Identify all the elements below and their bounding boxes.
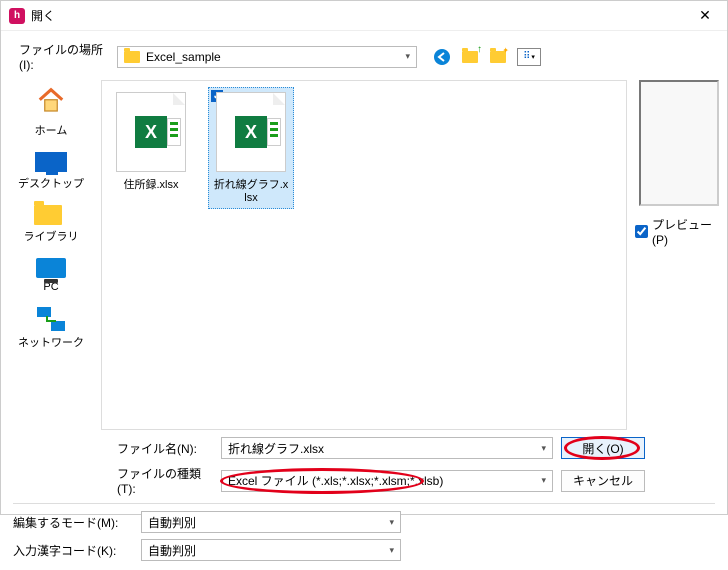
sidebar-item-label: ライブラリ (24, 228, 79, 244)
sidebar-item-label: ネットワーク (18, 334, 84, 350)
preview-label: プレビュー(P) (652, 216, 723, 247)
up-folder-button[interactable]: ↑ (461, 48, 479, 66)
open-button[interactable]: 開く(O) (561, 437, 645, 459)
edit-mode-value: 自動判別 (148, 514, 196, 531)
preview-checkbox-input[interactable] (635, 225, 648, 238)
chevron-down-icon: ▾ (389, 545, 394, 556)
file-name: 住所録.xlsx (124, 176, 179, 192)
sidebar-item-pc[interactable]: PC (36, 258, 66, 293)
edit-mode-combo[interactable]: 自動判別 ▾ (141, 511, 401, 533)
filename-combo[interactable]: 折れ線グラフ.xlsx ▾ (221, 437, 553, 459)
folder-icon (124, 51, 140, 63)
sidebar-item-library[interactable]: ライブラリ (24, 205, 79, 244)
main-area: ホーム デスクトップ ライブラリ PC ネットワーク X 住所録.xlsx (1, 80, 727, 430)
arrow-up-icon: ↑ (477, 44, 482, 55)
filename-label: ファイル名(N): (117, 440, 213, 457)
toolbar: ↑ ✦ ⠿ ▾ (433, 48, 541, 66)
close-button[interactable]: ✕ (691, 7, 719, 24)
filetype-value: Excel ファイル (*.xls;*.xlsx;*.xlsm;*.xlsb) (228, 472, 443, 489)
preview-pane: プレビュー(P) (635, 80, 723, 430)
location-label: ファイルの場所(I): (19, 41, 111, 72)
grid-icon: ⠿ (523, 51, 529, 62)
new-folder-button[interactable]: ✦ (489, 48, 507, 66)
view-menu-button[interactable]: ⠿ ▾ (517, 48, 541, 66)
folder-icon (462, 51, 478, 63)
file-list[interactable]: X 住所録.xlsx X 折れ線グラフ.xlsx (101, 80, 627, 430)
open-button-label: 開く(O) (582, 440, 623, 457)
encoding-label: 入力漢字コード(K): (13, 542, 133, 559)
places-sidebar: ホーム デスクトップ ライブラリ PC ネットワーク (1, 80, 101, 430)
chevron-down-icon: ▾ (541, 475, 546, 486)
filetype-combo[interactable]: Excel ファイル (*.xls;*.xlsx;*.xlsm;*.xlsb) … (221, 470, 553, 492)
app-icon: h (9, 8, 25, 24)
location-row: ファイルの場所(I): Excel_sample ▾ ↑ ✦ ⠿ ▾ (1, 31, 727, 80)
home-icon (36, 86, 66, 119)
excel-file-icon: X (216, 92, 286, 172)
sidebar-item-network[interactable]: ネットワーク (18, 307, 84, 350)
network-icon (37, 307, 65, 331)
file-item[interactable]: X 住所録.xlsx (108, 87, 194, 197)
preview-box (639, 80, 719, 206)
chevron-down-icon: ▾ (405, 51, 410, 62)
chevron-down-icon: ▾ (389, 517, 394, 528)
cancel-button-label: キャンセル (573, 472, 633, 489)
edit-mode-label: 編集するモード(M): (13, 514, 133, 531)
separator (13, 503, 715, 504)
sidebar-item-home[interactable]: ホーム (35, 86, 68, 138)
titlebar: h 開く ✕ (1, 1, 727, 31)
chevron-down-icon: ▾ (541, 443, 546, 454)
library-icon (34, 205, 68, 225)
filename-value: 折れ線グラフ.xlsx (228, 440, 324, 457)
cancel-button[interactable]: キャンセル (561, 470, 645, 492)
bottom-panel: ファイル名(N): 折れ線グラフ.xlsx ▾ 開く(O) ファイルの種類(T)… (1, 430, 727, 570)
location-value: Excel_sample (146, 50, 221, 64)
pc-icon (36, 258, 66, 278)
dialog-title: 開く (31, 7, 691, 24)
sidebar-item-desktop[interactable]: デスクトップ (18, 152, 84, 191)
chevron-down-icon: ▾ (531, 53, 535, 61)
file-name: 折れ線グラフ.xlsx (213, 176, 289, 204)
preview-checkbox[interactable]: プレビュー(P) (635, 216, 723, 247)
file-item[interactable]: X 折れ線グラフ.xlsx (208, 87, 294, 209)
sidebar-item-label: デスクトップ (18, 175, 84, 191)
sidebar-item-label: ホーム (35, 122, 68, 138)
location-combo[interactable]: Excel_sample ▾ (117, 46, 417, 68)
filetype-label: ファイルの種類(T): (117, 465, 213, 496)
sparkle-icon: ✦ (502, 46, 509, 55)
encoding-value: 自動判別 (148, 542, 196, 559)
desktop-icon (35, 152, 67, 172)
excel-file-icon: X (116, 92, 186, 172)
encoding-combo[interactable]: 自動判別 ▾ (141, 539, 401, 561)
back-button[interactable] (433, 48, 451, 66)
